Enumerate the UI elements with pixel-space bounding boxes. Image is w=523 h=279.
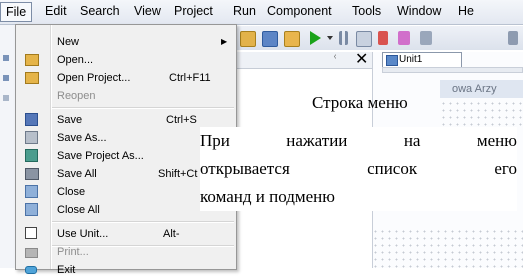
submenu-arrow-icon: ▶	[221, 37, 228, 46]
pause-icon[interactable]	[339, 31, 348, 45]
annotation-word: меню	[476, 131, 517, 150]
menu-item-label: Open Project...	[57, 72, 131, 84]
menu-separator	[52, 107, 234, 109]
menu-item-shortcut: Alt-	[163, 228, 180, 240]
annotation-word: на	[403, 131, 421, 150]
toolbar-more-icon[interactable]	[508, 31, 518, 45]
menu-item-label: Close	[57, 186, 86, 198]
tab-label: Unit1	[399, 54, 423, 65]
menu-help[interactable]: He	[458, 4, 474, 18]
menu-item-print: Print...	[16, 243, 236, 261]
annotation-word: список	[367, 159, 418, 178]
close-icon[interactable]: ✕	[355, 49, 368, 69]
menu-item-label: Save	[57, 114, 83, 126]
menu-bar-annotation: Строка меню	[312, 93, 408, 112]
annotation-word: открывается	[200, 159, 290, 178]
close-all-icon	[25, 203, 38, 216]
unit-file-icon	[386, 55, 398, 66]
open-project-icon	[25, 72, 39, 84]
copy-icon[interactable]	[398, 31, 410, 45]
menu-project[interactable]: Project	[174, 4, 213, 18]
print-icon	[25, 248, 38, 258]
menu-component[interactable]: Component	[267, 4, 332, 18]
menu-item-exit[interactable]: Exit	[16, 261, 236, 279]
close-file-icon	[25, 185, 38, 198]
form-grid-lower	[372, 228, 523, 268]
menu-item-shortcut: Ctrl+F11	[169, 72, 211, 84]
annotation-line-2: открывается список его	[200, 155, 517, 183]
run-icon[interactable]	[310, 31, 321, 45]
menu-item-label: Open...	[57, 54, 94, 66]
menu-item-shortcut: Shift+Ct	[158, 168, 198, 180]
annotation-word: его	[494, 159, 517, 178]
save-all-icon	[25, 168, 39, 180]
menu-file[interactable]: File	[0, 2, 33, 22]
save-as-icon	[25, 131, 38, 144]
menu-item-open-project[interactable]: Open Project... Ctrl+F11	[16, 69, 236, 87]
use-unit-icon	[25, 227, 37, 239]
folder-open-toolbar-icon[interactable]	[240, 31, 256, 47]
pin-icon[interactable]: ᚲ	[332, 52, 338, 63]
menu-item-label: Reopen	[57, 90, 96, 102]
object-inspector-header	[235, 52, 395, 69]
menu-bar: File Edit Search View Project Run Compon…	[0, 0, 523, 25]
save-project-icon	[25, 149, 38, 162]
paste-icon[interactable]	[420, 31, 432, 45]
menu-window[interactable]: Window	[397, 4, 441, 18]
cut-icon[interactable]	[378, 31, 388, 45]
menu-item-label: Save As...	[57, 132, 107, 144]
save-toolbar-icon[interactable]	[262, 31, 278, 47]
form-caption: owa Arzy	[440, 80, 523, 98]
menu-separator	[52, 221, 234, 223]
menu-item-label: Exit	[57, 264, 76, 276]
tab-unit1[interactable]: Unit1	[382, 52, 462, 67]
menu-item-new[interactable]: New ▶	[16, 33, 236, 51]
menu-item-label: Save Project As...	[57, 150, 144, 162]
menu-item-open[interactable]: Open...	[16, 51, 236, 69]
object-tree-strip	[0, 25, 16, 268]
menu-item-label: Print...	[57, 246, 89, 258]
menu-description-annotation: При нажатии на меню открывается список е…	[200, 127, 517, 211]
menu-item-label: New	[57, 36, 80, 48]
run-dropdown-icon[interactable]	[327, 36, 333, 40]
menu-run[interactable]: Run	[233, 4, 256, 18]
annotation-line-3: команд и подменю	[200, 183, 517, 211]
horizontal-scrollbar[interactable]	[382, 67, 523, 73]
exit-icon	[25, 266, 37, 274]
menu-item-shortcut: Ctrl+S	[166, 114, 197, 126]
annotation-line-1: При нажатии на меню	[200, 127, 517, 155]
menu-tools[interactable]: Tools	[352, 4, 381, 18]
menu-item-label: Use Unit...	[57, 228, 109, 240]
step-icon[interactable]	[356, 31, 372, 47]
menu-item-label: Save All	[57, 168, 97, 180]
menu-view[interactable]: View	[134, 4, 161, 18]
annotation-text: команд и подменю	[200, 187, 335, 206]
save-icon	[25, 113, 38, 126]
open-folder-icon	[25, 54, 39, 66]
menu-item-use-unit[interactable]: Use Unit... Alt-	[16, 225, 236, 243]
menu-item-label: Close All	[57, 204, 100, 216]
menu-edit[interactable]: Edit	[45, 4, 67, 18]
menu-search[interactable]: Search	[80, 4, 120, 18]
open-project-toolbar-icon[interactable]	[284, 31, 300, 47]
annotation-word: нажатии	[286, 131, 348, 150]
annotation-word: При	[200, 131, 230, 150]
menu-item-reopen: Reopen	[16, 87, 236, 105]
form-grid	[440, 100, 523, 130]
